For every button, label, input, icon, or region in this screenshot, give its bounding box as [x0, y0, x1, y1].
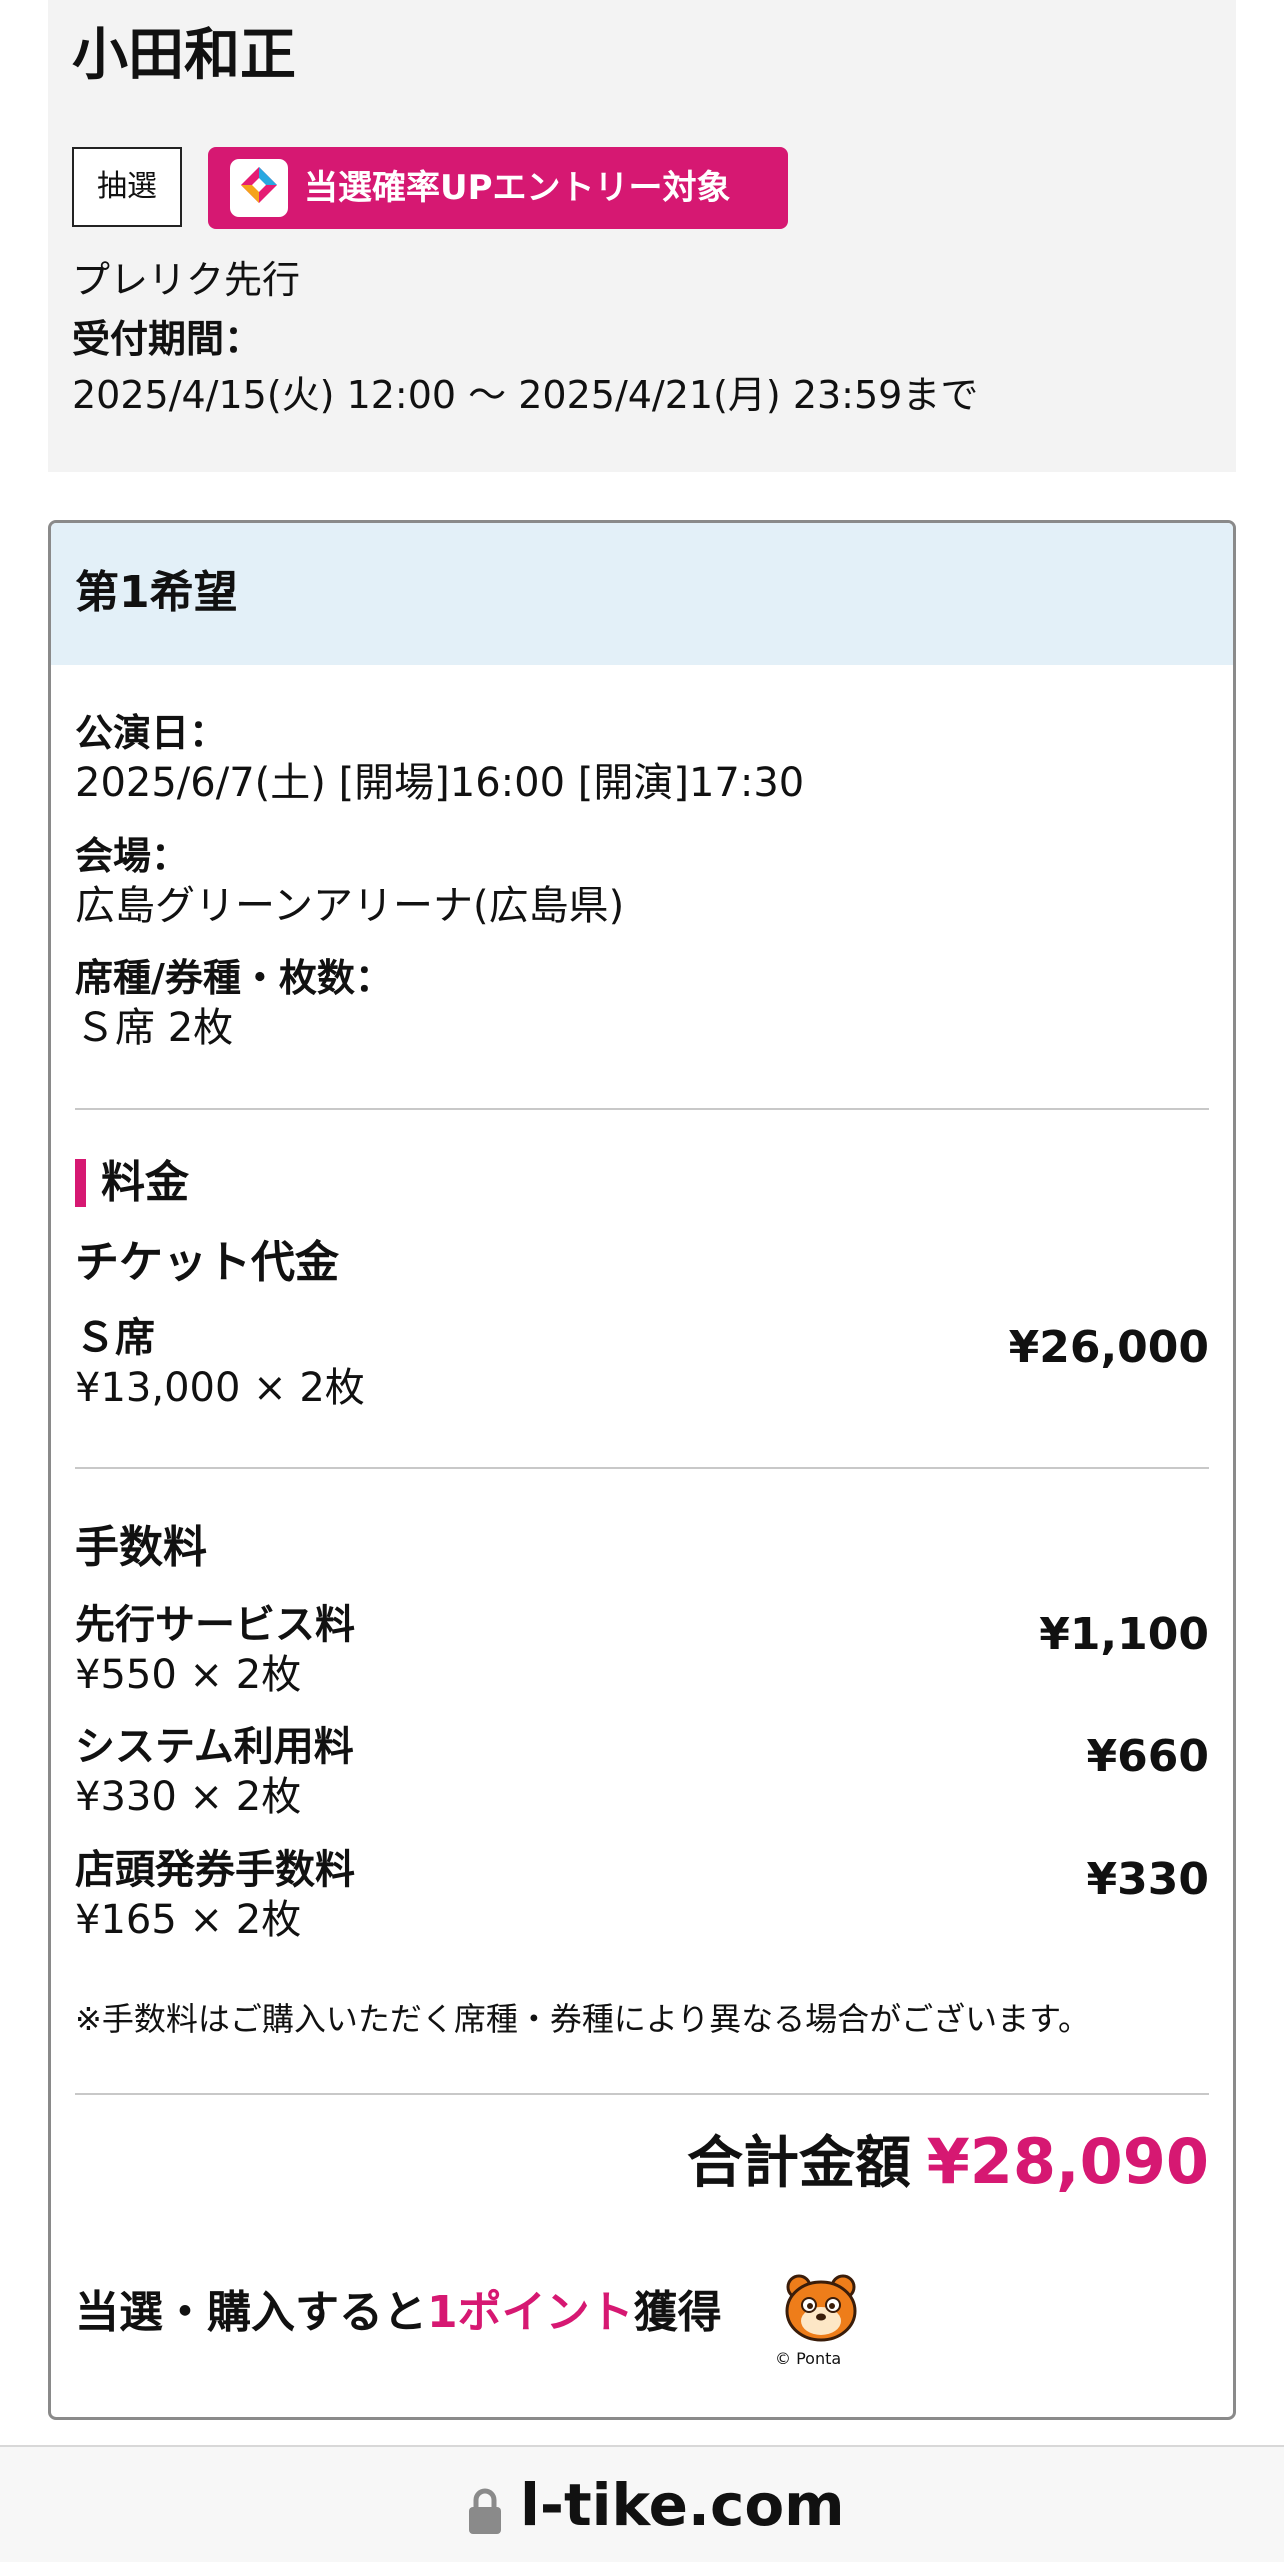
- performance-date-value: 2025/6/7(土) [開場]16:00 [開演]17:30: [75, 760, 805, 806]
- divider: [75, 1108, 1209, 1110]
- fee-amount: ¥330: [1086, 1854, 1209, 1905]
- ticket-subtotal: ¥26,000: [1008, 1322, 1209, 1373]
- site-domain[interactable]: l-tike.com: [520, 2469, 845, 2541]
- lock-icon: [468, 2487, 502, 2535]
- event-summary-card: 小田和正 抽選 当選確率UPエントリー対象 プレリク先行 受付期間： 2025/…: [48, 0, 1236, 472]
- fee-amount: ¥660: [1086, 1731, 1209, 1782]
- browser-address-bar[interactable]: l-tike.com: [0, 2445, 1284, 2562]
- first-choice-card: 第1希望 公演日： 2025/6/7(土) [開場]16:00 [開演]17:3…: [48, 520, 1236, 2420]
- fee-amount: ¥1,100: [1039, 1609, 1209, 1660]
- points-prefix: 当選・購入すると: [75, 2287, 427, 2338]
- fee-name: システム利用料: [75, 1724, 354, 1770]
- fee-detail: ¥550 × 2枚: [75, 1652, 302, 1698]
- entry-up-label: 当選確率UPエントリー対象: [304, 168, 731, 208]
- venue-value: 広島グリーンアリーナ(広島県): [75, 883, 625, 929]
- divider: [75, 2093, 1209, 2095]
- points-message: 当選・購入すると1ポイント獲得: [75, 2283, 722, 2343]
- ponta-copyright: © Ponta: [775, 2349, 842, 2368]
- fee-note: ※手数料はご購入いただく席種・券種により異なる場合がございます。: [75, 2000, 1090, 2038]
- ticket-price-heading: チケット代金: [75, 1237, 339, 1288]
- period-label: 受付期間：: [72, 317, 263, 361]
- fees-heading: 手数料: [75, 1522, 207, 1573]
- ticket-seat-name: Ｓ席: [75, 1315, 155, 1361]
- lottery-tag: 抽選: [72, 147, 182, 227]
- entry-up-logo-icon: [230, 159, 288, 217]
- seat-type-label: 席種/券種・枚数：: [75, 956, 393, 1000]
- fee-detail: ¥165 × 2枚: [75, 1897, 302, 1943]
- points-highlight: 1ポイント: [427, 2287, 634, 2338]
- divider: [75, 1467, 1209, 1469]
- points-suffix: 獲得: [633, 2287, 722, 2338]
- fee-name: 先行サービス料: [75, 1602, 355, 1648]
- pricing-section-title: 料金: [101, 1157, 189, 1208]
- seat-type-value: Ｓ席 2枚: [75, 1005, 234, 1051]
- period-value: 2025/4/15(火) 12:00 〜 2025/4/21(月) 23:59ま…: [72, 373, 979, 417]
- performance-date-label: 公演日：: [75, 711, 228, 755]
- total-label: 合計金額: [687, 2131, 911, 2196]
- ponta-mascot-icon: [779, 2273, 863, 2343]
- section-marker: [75, 1159, 86, 1207]
- artist-name: 小田和正: [72, 23, 296, 88]
- entry-up-badge: 当選確率UPエントリー対象: [208, 147, 788, 229]
- fee-name: 店頭発券手数料: [75, 1847, 355, 1893]
- total-amount: ¥28,090: [926, 2125, 1209, 2198]
- fee-detail: ¥330 × 2枚: [75, 1774, 302, 1820]
- sale-name: プレリク先行: [72, 258, 301, 302]
- first-choice-header: 第1希望: [51, 523, 1233, 665]
- first-choice-title: 第1希望: [75, 567, 238, 618]
- venue-label: 会場：: [75, 834, 190, 878]
- ticket-unit-detail: ¥13,000 × 2枚: [75, 1365, 365, 1411]
